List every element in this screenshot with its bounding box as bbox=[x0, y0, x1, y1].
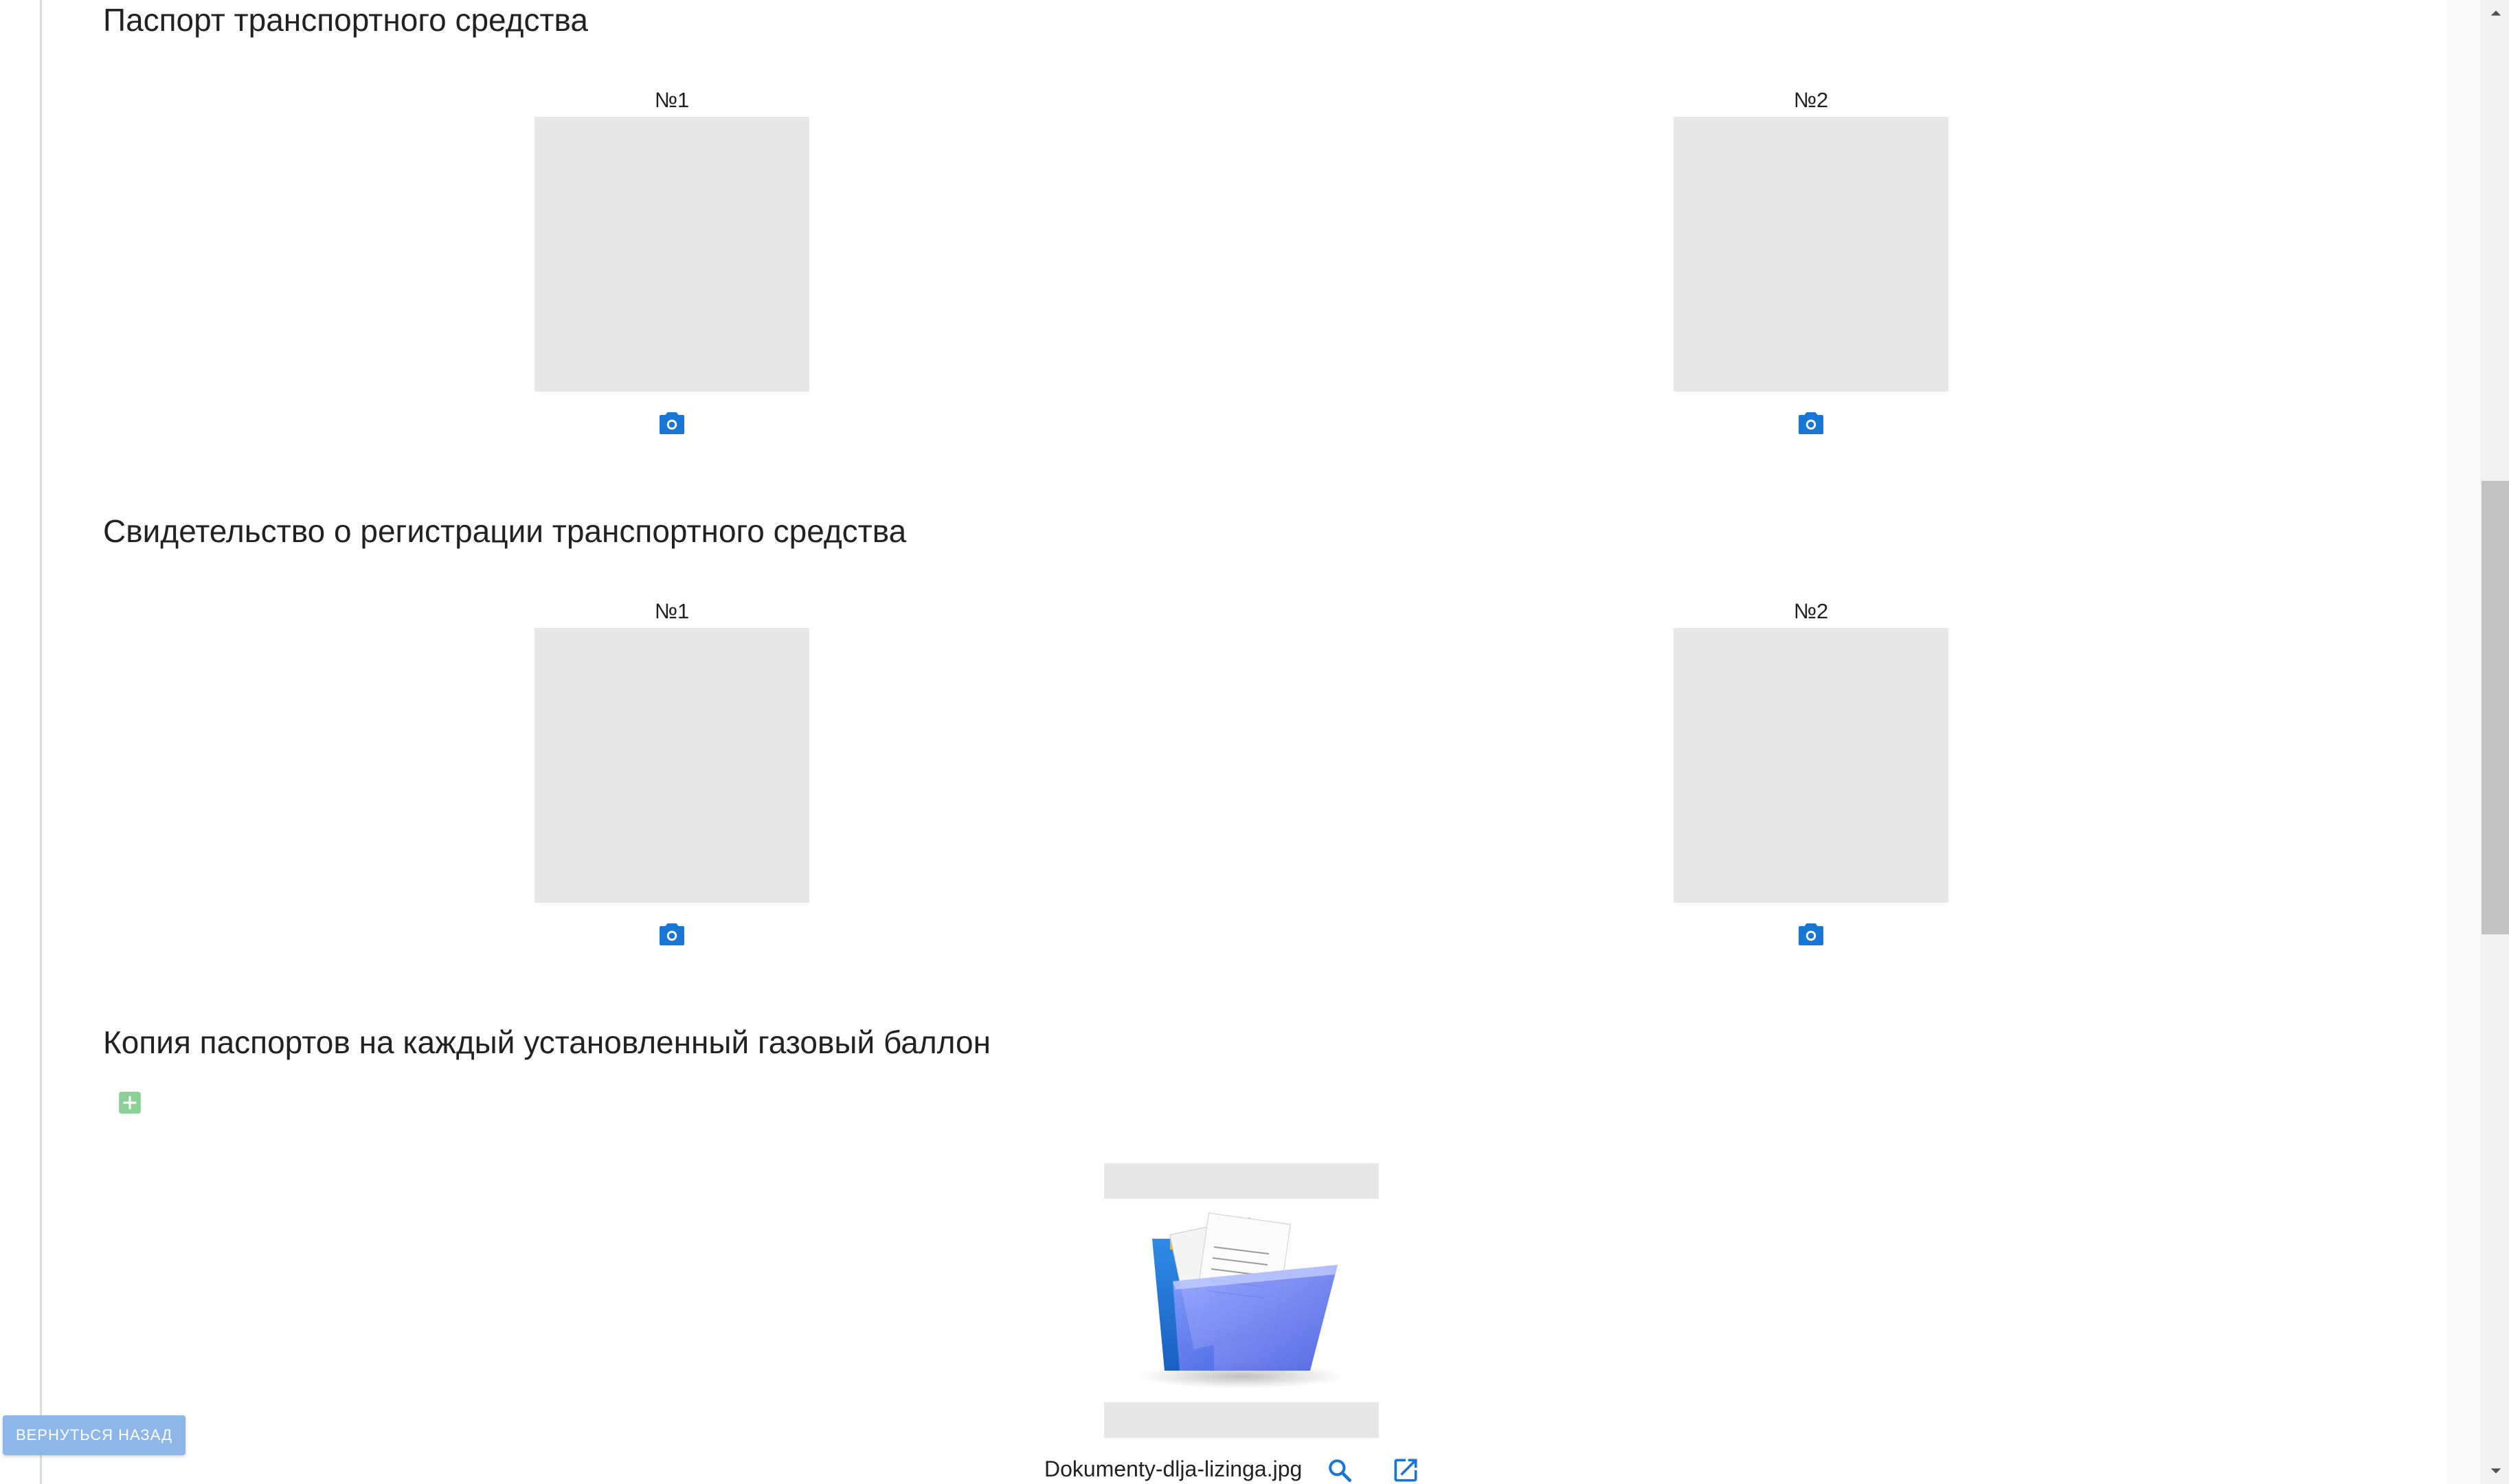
add-box-icon[interactable] bbox=[117, 1090, 143, 1116]
scroll-down-arrow-icon[interactable] bbox=[2483, 1458, 2509, 1484]
left-divider bbox=[40, 0, 42, 1484]
scrollbar-gutter bbox=[2447, 0, 2480, 1484]
document-folder-icon bbox=[1104, 1199, 1379, 1402]
image-placeholder[interactable] bbox=[1674, 117, 1948, 392]
scrollbar-thumb[interactable] bbox=[2482, 481, 2509, 934]
camera-icon[interactable] bbox=[1794, 918, 1827, 951]
back-button[interactable]: ВЕРНУТЬСЯ НАЗАД bbox=[3, 1415, 185, 1455]
slot-label: №1 bbox=[654, 88, 690, 112]
attachment-thumbnail[interactable] bbox=[1104, 1163, 1379, 1438]
camera-icon[interactable] bbox=[655, 918, 688, 951]
camera-icon[interactable] bbox=[655, 407, 688, 440]
thumbnail-bar-bottom bbox=[1104, 1402, 1379, 1438]
section-title-gas-cylinder-passports: Копия паспортов на каждый установленный … bbox=[103, 1024, 991, 1060]
camera-icon[interactable] bbox=[1794, 407, 1827, 440]
slot-label: №2 bbox=[1793, 599, 1829, 623]
file-name: Dokumenty-dlja-lizinga.jpg bbox=[1044, 1457, 1303, 1481]
section-title-registration-certificate: Свидетельство о регистрации транспортног… bbox=[103, 513, 907, 549]
slot-label: №2 bbox=[1793, 88, 1829, 112]
page: Паспорт транспортного средства №1 №2 Сви… bbox=[0, 0, 2509, 1484]
thumbnail-bar-top bbox=[1104, 1163, 1379, 1199]
image-placeholder[interactable] bbox=[1674, 628, 1948, 903]
image-placeholder[interactable] bbox=[535, 628, 809, 903]
slot-label: №1 bbox=[654, 599, 690, 623]
open-in-new-icon[interactable] bbox=[1391, 1455, 1421, 1484]
image-placeholder[interactable] bbox=[535, 117, 809, 392]
search-icon[interactable] bbox=[1325, 1455, 1355, 1484]
scroll-up-arrow-icon[interactable] bbox=[2483, 0, 2509, 26]
section-title-vehicle-passport: Паспорт транспортного средства bbox=[103, 2, 589, 38]
